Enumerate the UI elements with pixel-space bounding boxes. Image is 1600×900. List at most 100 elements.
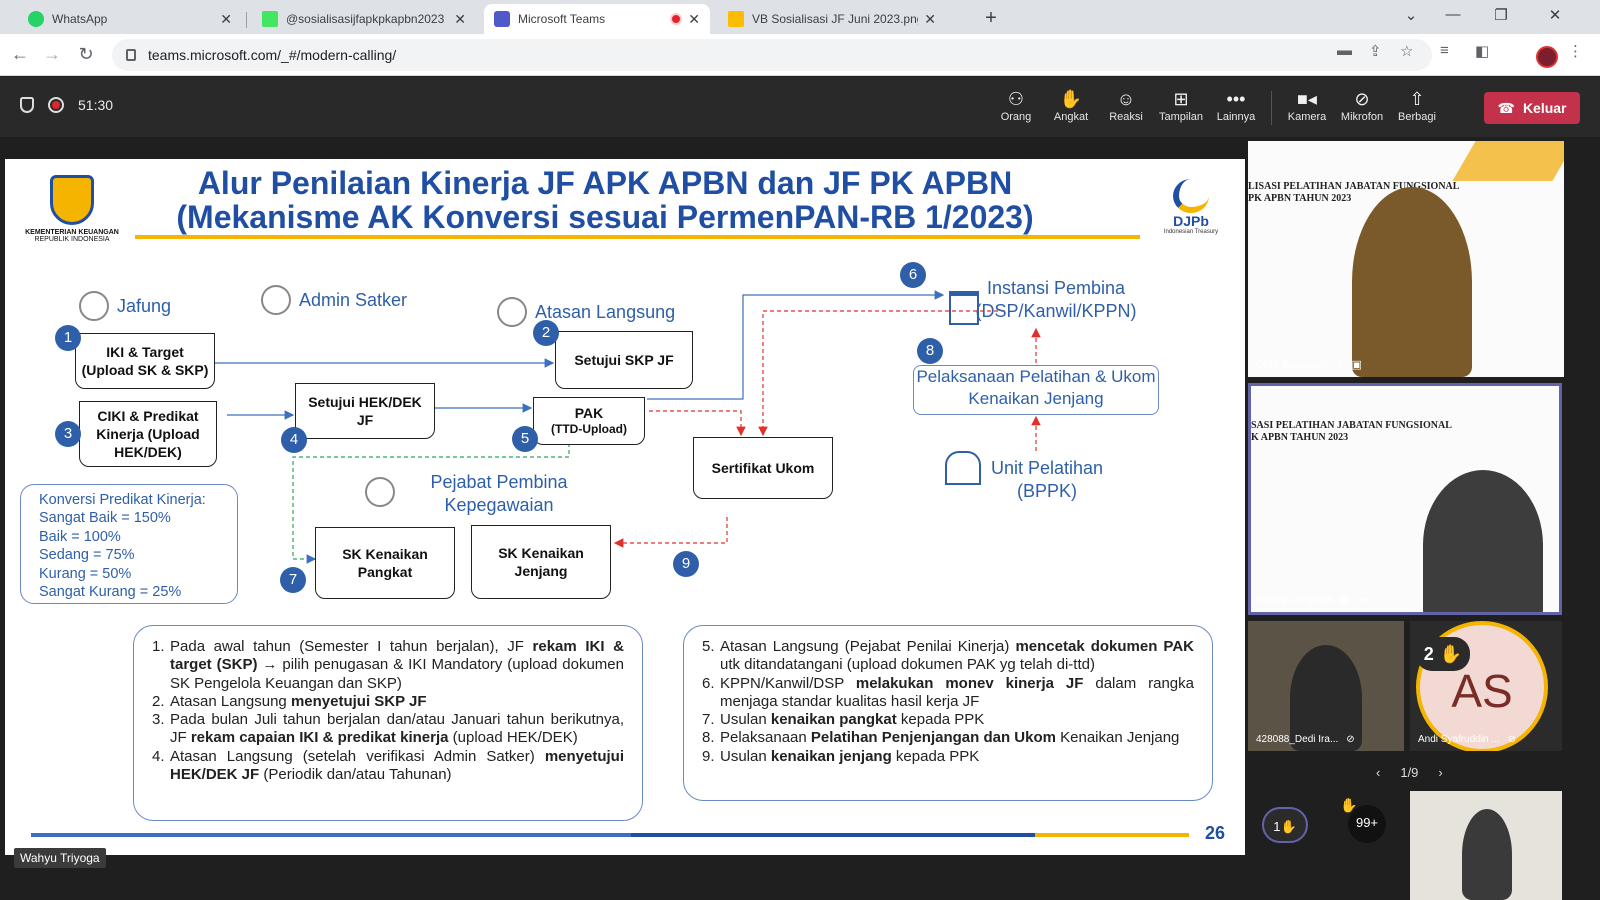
media-control-icon[interactable]: ≡	[1440, 42, 1449, 59]
chevron-left-icon[interactable]: ‹	[1376, 765, 1380, 780]
tool-label: Lainnya	[1216, 111, 1256, 123]
participant-tile[interactable]: LISASI PELATIHAN JABATAN FUNGSIONAL PK A…	[1248, 141, 1564, 377]
camera-button[interactable]: ■◂ Kamera	[1279, 87, 1335, 123]
pak-label: PAK	[574, 405, 604, 422]
doc-ciki-predikat: CIKI & Predikat Kinerja (Upload HEK/DEK)	[79, 401, 217, 467]
role-label: Jafung	[117, 295, 172, 316]
participant-tile[interactable]: 428088_Dedi Ira... ⊘	[1248, 621, 1404, 751]
note-number: 7.	[702, 711, 715, 729]
pelatihan-box: Pelaksanaan Pelatihan & Ukom Kenaikan Je…	[913, 365, 1159, 415]
officer-icon	[365, 477, 395, 507]
screen-share-icon: ▣	[1339, 594, 1351, 606]
raise-hand-button[interactable]: ✋ Angkat	[1043, 87, 1099, 123]
url-field[interactable]: teams.microsoft.com/_#/modern-calling/	[112, 39, 1432, 71]
role-admin-satker: Admin Satker	[261, 285, 407, 315]
doc-pak: PAK (TTD-Upload)	[533, 397, 645, 445]
note-text: Atasan Langsung (setelah verifikasi Admi…	[170, 747, 624, 784]
role-label: Atasan Langsung	[535, 301, 676, 322]
note-item: 5. Atasan Langsung (Pejabat Penilai Kiner…	[702, 638, 1194, 675]
restore-icon[interactable]: ❐	[1486, 6, 1516, 24]
doc-sertifikat-ukom: Sertifikat Ukom	[693, 437, 833, 499]
tab-teams[interactable]: Microsoft Teams ✕	[484, 4, 710, 34]
close-icon[interactable]: ✕	[688, 11, 700, 28]
reload-icon[interactable]: ↻	[74, 44, 98, 65]
participant-tile[interactable]: AS 2 ✋ Andi Syafruddin ... ⊘	[1410, 621, 1562, 751]
leave-button[interactable]: ☎ Keluar	[1484, 92, 1580, 124]
role-unit-pelatihan: Unit Pelatihan (BPPK)	[990, 458, 1104, 501]
step-badge: 2	[533, 320, 559, 346]
role-atasan-langsung: Atasan Langsung	[497, 297, 675, 327]
overflow-bubble[interactable]: 1✋	[1262, 807, 1308, 843]
participant-video	[1462, 809, 1512, 900]
note-number: 6.	[702, 674, 715, 692]
mic-off-icon: ⊘	[1354, 89, 1370, 109]
mic-off-icon: ⊘	[1346, 734, 1355, 745]
profile-avatar[interactable]	[1536, 46, 1558, 68]
share-button[interactable]: ⇧ Berbagi	[1389, 87, 1445, 123]
close-icon[interactable]: ✕	[924, 11, 936, 28]
tab-search-icon[interactable]: ⌄	[1396, 6, 1426, 24]
notes-right-panel: 5. Atasan Langsung (Pejabat Penilai Kiner…	[683, 625, 1213, 801]
minimize-icon[interactable]: —	[1438, 6, 1468, 23]
shield-icon[interactable]	[20, 97, 34, 113]
tab-whatsapp[interactable]: WhatsApp ✕	[18, 4, 242, 34]
close-icon[interactable]: ✕	[220, 11, 232, 28]
raise-hand-icon: ✋	[1340, 797, 1358, 813]
tool-label: Reaksi	[1109, 111, 1143, 123]
tool-label: Mikrofon	[1340, 111, 1384, 123]
note-text: Usulan kenaikan jenjang kepada PPK	[720, 747, 980, 765]
smiley-icon: ☺	[1116, 89, 1136, 109]
tab-drive[interactable]: VB Sosialisasi JF Juni 2023.png ✕	[718, 4, 946, 34]
meeting-timer: 51:30	[78, 97, 114, 113]
doc-iki-target: IKI & Target (Upload SK & SKP)	[75, 333, 215, 389]
doc-setujui-hek: Setujui HEK/DEK JF	[295, 383, 435, 439]
lock-icon	[126, 49, 136, 61]
more-button[interactable]: ••• Lainnya	[1208, 87, 1264, 123]
mic-off-icon: ⊘	[1334, 359, 1344, 371]
step-badge: 8	[917, 338, 943, 364]
participant-tile-active[interactable]: SASI PELATIHAN JABATAN FUNGSIONAL K APBN…	[1248, 383, 1562, 615]
step-badge: 5	[512, 426, 538, 452]
role-jafung: Jafung	[79, 291, 171, 321]
step-badge: 7	[280, 567, 306, 593]
forward-icon[interactable]: →	[40, 44, 64, 65]
admin-icon	[261, 285, 291, 315]
close-icon[interactable]: ✕	[454, 11, 466, 28]
tool-label: Orang	[1000, 111, 1032, 123]
browser-menu-icon[interactable]: ⋮	[1568, 42, 1583, 60]
side-panel-icon[interactable]: ◧	[1475, 42, 1489, 60]
note-number: 5.	[702, 638, 715, 655]
bookmark-star-icon[interactable]: ☆	[1400, 42, 1413, 60]
raise-hand-icon: ✋	[1439, 643, 1463, 664]
recording-icon	[48, 97, 64, 113]
address-bar: ← → ↻ teams.microsoft.com/_#/modern-call…	[0, 34, 1600, 76]
window-close-icon[interactable]: ✕	[1540, 6, 1570, 24]
role-label: Admin Satker	[299, 289, 408, 310]
participant-name: Andi Syafruddin ...	[1418, 734, 1500, 745]
bottom-rule-yellow	[1035, 833, 1189, 837]
tool-label: Kamera	[1287, 111, 1327, 123]
shared-slide: KEMENTERIAN KEUANGAN REPUBLIK INDONESIA …	[5, 159, 1245, 855]
chevron-right-icon[interactable]: ›	[1438, 765, 1442, 780]
note-item: 9. Usulan kenaikan jenjang kepada PPK	[702, 748, 1194, 766]
people-button[interactable]: ⚇ Orang	[988, 87, 1044, 123]
url-text: teams.microsoft.com/_#/modern-calling/	[148, 47, 397, 63]
new-tab-button[interactable]: +	[978, 6, 1004, 32]
step-badge: 3	[55, 421, 81, 447]
camera-in-use-icon[interactable]: ▬	[1337, 42, 1352, 59]
konversi-line: Sedang = 75%	[39, 547, 135, 564]
tab-label: VB Sosialisasi JF Juni 2023.png	[752, 12, 919, 26]
camera-icon: ■◂	[1297, 89, 1317, 109]
participant-tile[interactable]	[1410, 791, 1562, 900]
view-button[interactable]: ⊞ Tampilan	[1153, 87, 1209, 123]
bottom-rule-navy	[631, 833, 1035, 837]
reactions-button[interactable]: ☺ Reaksi	[1098, 87, 1154, 123]
note-number: 4.	[152, 747, 165, 765]
share-page-icon[interactable]: ⇪	[1369, 42, 1382, 60]
tab-label: @sosialisasijfapkpkapbn2023 |	[286, 12, 449, 26]
back-icon[interactable]: ←	[8, 44, 32, 65]
mic-button[interactable]: ⊘ Mikrofon	[1334, 87, 1390, 123]
tab-linktree[interactable]: @sosialisasijfapkpkapbn2023 | ✕	[252, 4, 476, 34]
step-badge: 9	[673, 551, 699, 577]
doc-setujui-skp: Setujui SKP JF	[555, 331, 693, 389]
